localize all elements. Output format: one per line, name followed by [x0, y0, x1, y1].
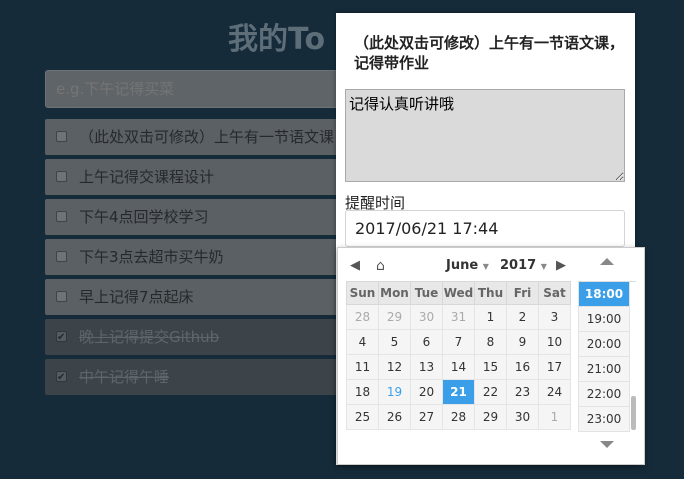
calendar-day[interactable]: 10: [538, 329, 571, 355]
calendar-day[interactable]: 22: [474, 379, 507, 405]
year-label: 2017: [500, 258, 537, 273]
calendar-day[interactable]: 31: [442, 304, 475, 330]
weekday-header: Wed: [442, 281, 475, 305]
todo-checkbox[interactable]: [56, 131, 67, 142]
calendar-day[interactable]: 3: [538, 304, 571, 330]
weekday-header: Thu: [474, 281, 507, 305]
time-option[interactable]: 20:00: [578, 332, 630, 357]
calendar-day-selected[interactable]: 21: [442, 379, 475, 405]
todo-item[interactable]: 早上记得7点起床: [45, 279, 345, 315]
todo-checkbox-checked[interactable]: [56, 320, 67, 355]
year-select[interactable]: 2017 ▼: [500, 256, 547, 277]
todo-text: 早上记得7点起床: [79, 288, 194, 306]
calendar-day[interactable]: 11: [346, 354, 379, 380]
calendar-day[interactable]: 25: [346, 404, 379, 430]
calendar-header: ◀ ⌂ June ▼ 2017 ▼ ▶: [346, 256, 570, 276]
calendar-day[interactable]: 20: [410, 379, 443, 405]
todo-checkbox[interactable]: [56, 171, 67, 182]
calendar-day[interactable]: 28: [442, 404, 475, 430]
remind-time-input[interactable]: 2017/06/21 17:44: [345, 210, 625, 247]
chevron-down-icon[interactable]: [600, 441, 614, 448]
todo-checkbox[interactable]: [56, 251, 67, 262]
todo-checkbox[interactable]: [56, 211, 67, 222]
todo-checkbox[interactable]: [56, 291, 67, 302]
todo-item[interactable]: 上午记得交课程设计: [45, 159, 345, 195]
calendar-day[interactable]: 23: [506, 379, 539, 405]
todo-item-completed[interactable]: 晚上记得提交Github: [45, 319, 345, 355]
time-list: 18:00 19:00 20:00 21:00 22:00 23:00: [578, 281, 636, 432]
todo-text: （此处双击可修改）上午有一节语文课，记得带作业: [79, 128, 345, 146]
weekday-header: Tue: [410, 281, 443, 305]
calendar-day[interactable]: 1: [474, 304, 507, 330]
month-select[interactable]: June ▼: [446, 256, 489, 277]
calendar-day[interactable]: 14: [442, 354, 475, 380]
caret-down-icon: ▼: [540, 262, 547, 271]
calendar-day[interactable]: 29: [378, 304, 411, 330]
chevron-right-icon[interactable]: ▶: [556, 256, 566, 276]
time-option[interactable]: 19:00: [578, 307, 630, 332]
calendar-day[interactable]: 18: [346, 379, 379, 405]
note-textarea[interactable]: 记得认真听讲哦: [345, 89, 625, 182]
calendar-day[interactable]: 16: [506, 354, 539, 380]
time-list-scrollbar[interactable]: [631, 396, 636, 430]
todo-item[interactable]: 下午3点去超市买牛奶: [45, 239, 345, 275]
calendar-day[interactable]: 6: [410, 329, 443, 355]
calendar-day[interactable]: 4: [346, 329, 379, 355]
calendar-day[interactable]: 26: [378, 404, 411, 430]
todo-text: 中午记得午睡: [79, 368, 170, 386]
calendar-day[interactable]: 30: [410, 304, 443, 330]
datetime-picker: ◀ ⌂ June ▼ 2017 ▼ ▶ Sun Mon Tue Wed Thu Fri Sa…: [337, 247, 645, 465]
calendar-day[interactable]: 27: [410, 404, 443, 430]
calendar-day[interactable]: 15: [474, 354, 507, 380]
chevron-up-icon[interactable]: [600, 258, 614, 265]
weekday-header: Fri: [506, 281, 539, 305]
calendar-day[interactable]: 29: [474, 404, 507, 430]
calendar-day[interactable]: 1: [538, 404, 571, 430]
time-option-selected[interactable]: 18:00: [578, 282, 630, 307]
todo-list: （此处双击可修改）上午有一节语文课，记得带作业 上午记得交课程设计 下午4点回学…: [45, 119, 345, 399]
calendar-day[interactable]: 7: [442, 329, 475, 355]
calendar-day[interactable]: 13: [410, 354, 443, 380]
calendar-day[interactable]: 28: [346, 304, 379, 330]
calendar-day[interactable]: 12: [378, 354, 411, 380]
todo-text: 下午3点去超市买牛奶: [79, 248, 224, 266]
todo-item[interactable]: （此处双击可修改）上午有一节语文课，记得带作业: [45, 119, 345, 155]
todo-item[interactable]: 下午4点回学校学习: [45, 199, 345, 235]
weekday-header: Sun: [346, 281, 379, 305]
chevron-left-icon[interactable]: ◀: [350, 256, 360, 276]
time-option[interactable]: 22:00: [578, 382, 630, 407]
time-option[interactable]: 21:00: [578, 357, 630, 382]
calendar-grid: Sun Mon Tue Wed Thu Fri Sat 28 29 30 31 1 2 3 4 5 6 7 8 9 1…: [346, 281, 571, 430]
todo-checkbox-checked[interactable]: [56, 360, 67, 395]
month-label: June: [446, 258, 479, 273]
calendar-day[interactable]: 8: [474, 329, 507, 355]
caret-down-icon: ▼: [482, 262, 489, 271]
todo-text: 晚上记得提交Github: [79, 328, 220, 346]
todo-item-completed[interactable]: 中午记得午睡: [45, 359, 345, 395]
calendar-day-today[interactable]: 19: [378, 379, 411, 405]
app-title: 我的To: [228, 22, 326, 57]
todo-text: 上午记得交课程设计: [79, 168, 215, 186]
calendar-day[interactable]: 2: [506, 304, 539, 330]
home-icon[interactable]: ⌂: [376, 256, 385, 276]
todo-text: 下午4点回学校学习: [79, 208, 209, 226]
weekday-header: Mon: [378, 281, 411, 305]
calendar-day[interactable]: 17: [538, 354, 571, 380]
weekday-header: Sat: [538, 281, 571, 305]
calendar-day[interactable]: 30: [506, 404, 539, 430]
calendar-day[interactable]: 9: [506, 329, 539, 355]
edit-panel-title[interactable]: （此处双击可修改）上午有一节语文课，记得带作业: [354, 33, 624, 73]
calendar-day[interactable]: 24: [538, 379, 571, 405]
time-option[interactable]: 23:00: [578, 407, 630, 432]
new-todo-input[interactable]: [45, 70, 345, 108]
calendar-day[interactable]: 5: [378, 329, 411, 355]
